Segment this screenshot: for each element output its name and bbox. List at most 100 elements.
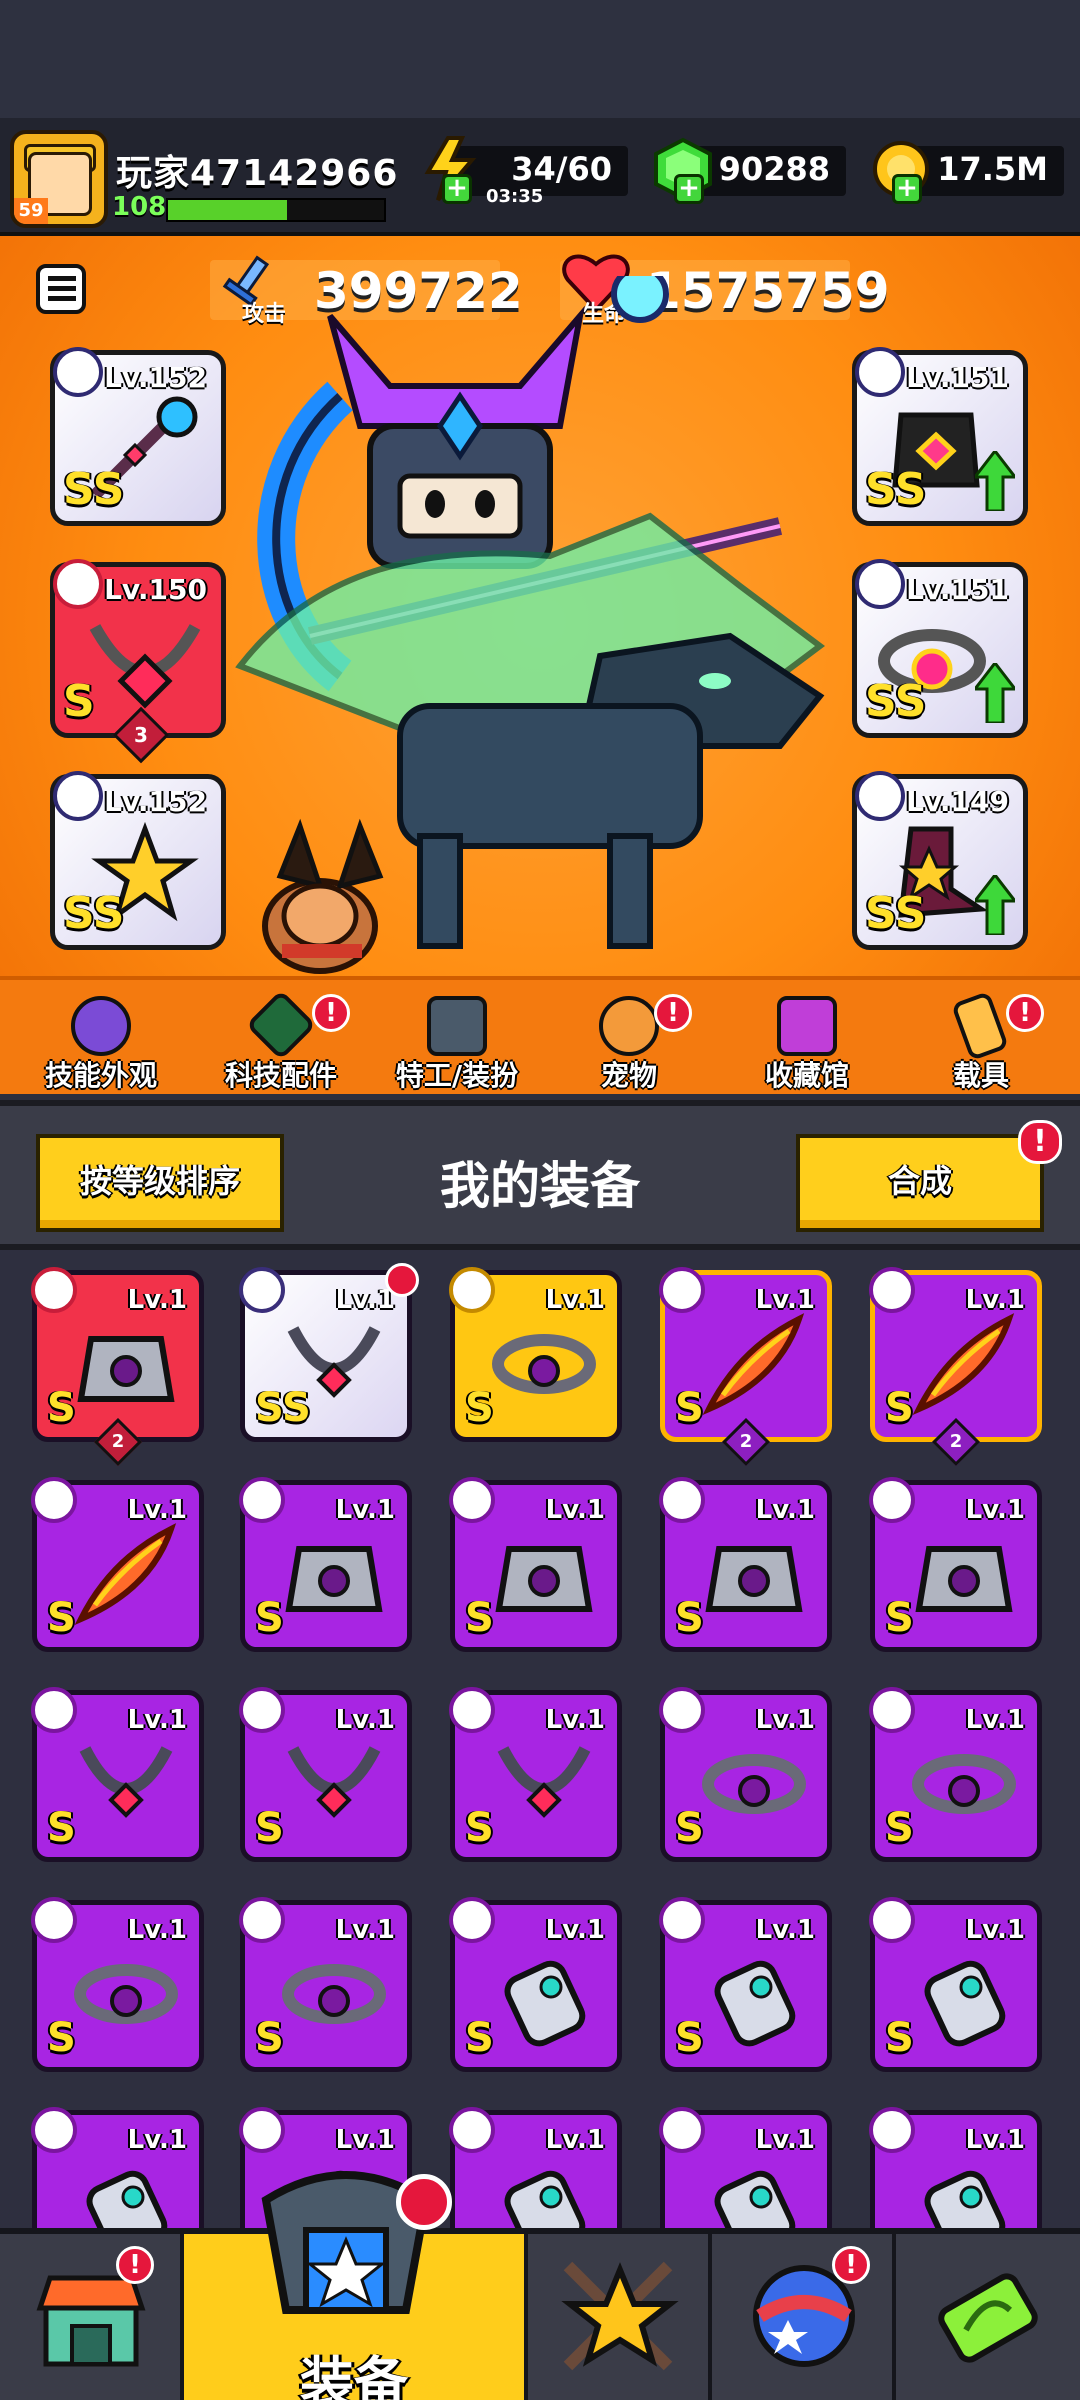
nav-equipment[interactable]: 装备 (184, 2171, 528, 2400)
equipped-glove-slot[interactable]: Lv.152 SS (50, 771, 226, 950)
coin-counter[interactable]: + 17.5M (873, 141, 1064, 204)
inventory-item-glove[interactable]: Lv.1S (869, 2107, 1042, 2230)
armor-type-icon (855, 347, 905, 397)
glove-type-icon (659, 1897, 705, 1943)
necklace-type-icon (449, 1687, 495, 1733)
belt-item-icon (492, 1334, 596, 1394)
inventory-item-belt[interactable]: Lv.1 S (31, 1897, 204, 2072)
nav-battle[interactable] (528, 2234, 712, 2400)
glove-item-icon (504, 1960, 586, 2047)
equipped-boots-slot[interactable]: Lv.149 SS (852, 771, 1028, 950)
tab-vehicle[interactable]: ! 载具 (896, 990, 1066, 1094)
inventory-item-armor[interactable]: Lv.1 S 2 (31, 1267, 204, 1467)
gem-counter[interactable]: + 90288 (654, 137, 846, 204)
item-rank: S (675, 2015, 704, 2061)
equipped-belt-rank: SS (865, 676, 927, 727)
tab-skill-skin-label: 技能外观 (44, 1059, 157, 1092)
inventory-item-belt[interactable]: Lv.1 S (239, 1897, 412, 2072)
inventory-item-glove[interactable]: Lv.1S (659, 2107, 832, 2230)
tab-tech-parts[interactable]: ! 科技配件 (196, 989, 366, 1094)
weapon-type-icon (869, 1267, 915, 1313)
gem-plus-icon[interactable]: + (674, 174, 704, 204)
inventory-item-necklace[interactable]: Lv.1 S (449, 1687, 622, 1862)
inventory-item-belt[interactable]: Lv.1 S (449, 1267, 622, 1442)
item-rank: S (47, 1805, 76, 1851)
glove-type-icon (869, 1897, 915, 1943)
necklace-count-value: 3 (134, 723, 148, 747)
armor-type-icon (449, 1477, 495, 1523)
player-level: 108 (112, 192, 167, 222)
nav-planet[interactable]: ! (712, 2234, 896, 2400)
bottom-navigation: ! 装备 ! (0, 2171, 1080, 2400)
inventory-item-weapon[interactable]: Lv.1 S 2 (869, 1267, 1042, 1467)
upgrade-arrow-icon (975, 875, 1015, 935)
inventory-item-glove[interactable]: Lv.1S (449, 1897, 622, 2072)
tab-agent-outfit[interactable]: 特工/装扮 (372, 996, 542, 1094)
equipped-belt-slot[interactable]: Lv.151 SS (852, 559, 1028, 738)
coin-value: 17.5M (937, 150, 1048, 188)
tab-pets[interactable]: ! 宠物 (544, 994, 714, 1094)
energy-plus-icon[interactable]: + (442, 174, 472, 204)
weapon-item-icon (702, 1313, 805, 1415)
necklace-item-icon (79, 1746, 173, 1818)
skateboard-icon (950, 990, 1010, 1062)
equipped-weapon-slot[interactable]: Lv.152 SS (50, 347, 226, 526)
hero-character-illustration[interactable] (220, 276, 860, 976)
equipped-boots-level: Lv.149 (906, 785, 1009, 818)
inventory-item-glove[interactable]: Lv.1S (449, 2107, 622, 2230)
belt-type-icon (449, 1267, 495, 1313)
xp-bar-fill (168, 200, 287, 220)
coin-plus-icon[interactable]: + (892, 174, 922, 204)
menu-list-button[interactable] (36, 264, 86, 314)
player-avatar[interactable]: 59 (10, 130, 108, 228)
armor-item-icon (77, 1336, 175, 1402)
inventory-item-necklace[interactable]: Lv.1 SS (239, 1263, 419, 1442)
item-rank: S (465, 2015, 494, 2061)
item-duplicate-count: 2 (931, 1417, 981, 1467)
top-resource-bar: 59 玩家47142966 108 + 34/60 03:35 + 90288 … (0, 118, 1080, 236)
armor-type-icon (239, 1477, 285, 1523)
equipped-necklace-slot[interactable]: Lv.150 S 3 (50, 559, 226, 764)
equipped-necklace-level: Lv.150 (104, 573, 207, 606)
tab-tech-parts-label: 科技配件 (224, 1059, 337, 1092)
inventory-item-armor[interactable]: Lv.1 S (449, 1477, 622, 1652)
belt-item-icon (74, 1964, 178, 2024)
belt-item-icon (282, 1964, 386, 2024)
inventory-item-glove[interactable]: Lv.1S (659, 1897, 832, 2072)
inventory-item-armor[interactable]: Lv.1 S (659, 1477, 832, 1652)
inventory-item-weapon[interactable]: Lv.1 S (31, 1477, 204, 1652)
dna-capsule-icon (938, 2273, 1038, 2363)
inventory-item-armor[interactable]: Lv.1 S (869, 1477, 1042, 1652)
nav-shop[interactable]: ! (0, 2234, 184, 2400)
item-duplicate-value: 2 (739, 1431, 753, 1452)
item-rank: S (465, 1385, 494, 1431)
inventory-item-necklace[interactable]: Lv.1 S (31, 1687, 204, 1862)
armor-item-icon (495, 1546, 593, 1612)
inventory-item-belt[interactable]: Lv.1 S (869, 1687, 1042, 1862)
tab-collection-label: 收藏馆 (764, 1059, 849, 1092)
item-rank: S (885, 1385, 914, 1431)
inventory-item-glove[interactable]: Lv.1S (31, 2107, 204, 2230)
item-rank: S (465, 1595, 494, 1641)
equipment-alert-icon (396, 2174, 452, 2230)
item-rank: S (885, 1805, 914, 1851)
item-rank: S (47, 1595, 76, 1641)
tab-collection[interactable]: 收藏馆 (722, 996, 892, 1094)
inventory-item-belt[interactable]: Lv.1 S (659, 1687, 832, 1862)
inventory-item-glove[interactable]: Lv.1S (869, 1897, 1042, 2072)
tab-skill-skin[interactable]: 技能外观 (16, 996, 186, 1094)
inventory-item-armor[interactable]: Lv.1 S (239, 1477, 412, 1652)
merge-button[interactable]: 合成 (796, 1134, 1044, 1232)
inventory-item-necklace[interactable]: Lv.1 S (239, 1687, 412, 1862)
equipped-armor-slot[interactable]: Lv.151 SS (852, 347, 1028, 526)
xp-bar (166, 198, 386, 222)
system-status-bar (0, 0, 1080, 118)
item-rank: S (675, 1805, 704, 1851)
equipped-armor-rank: SS (865, 464, 927, 515)
energy-counter[interactable]: + 34/60 03:35 (424, 136, 628, 207)
nav-dna[interactable] (896, 2234, 1080, 2400)
inventory-item-weapon[interactable]: Lv.1 S 2 (659, 1267, 832, 1467)
necklace-type-icon (31, 1687, 77, 1733)
weapon-type-icon (31, 1477, 77, 1523)
sort-by-level-button[interactable]: 按等级排序 (36, 1134, 284, 1232)
